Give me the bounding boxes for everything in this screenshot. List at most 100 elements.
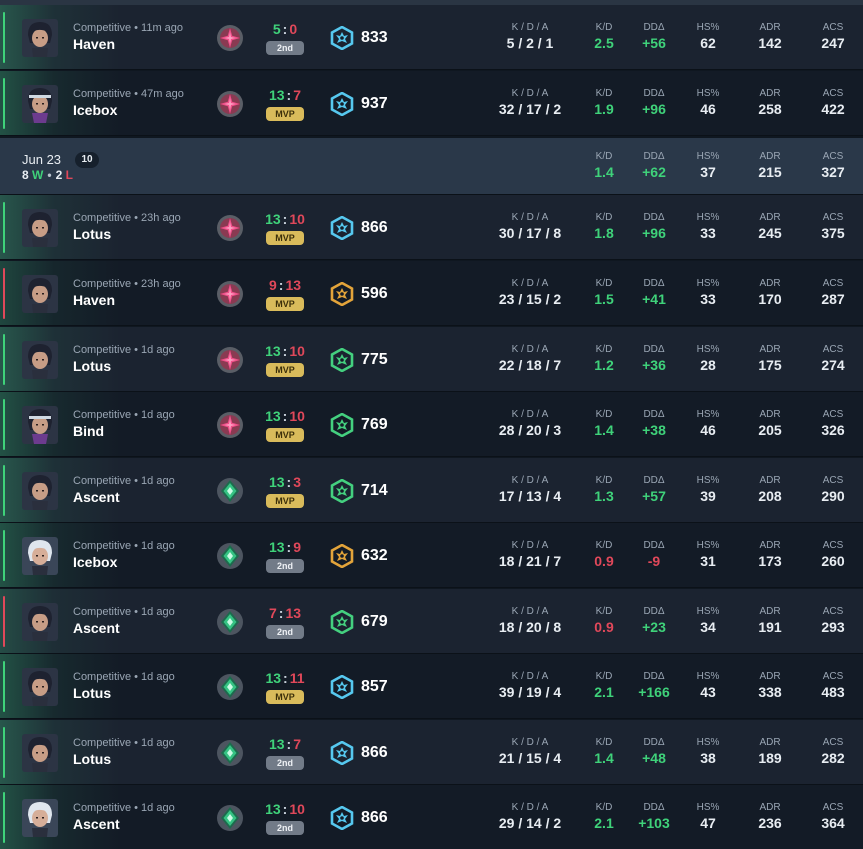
- score-enemy: 13: [285, 605, 302, 621]
- match-row[interactable]: Competitive • 1d ago Bind 13:10 MVP 769 K / D…: [0, 392, 863, 457]
- match-row[interactable]: Competitive • 23h ago Lotus 13:10 MVP 866 K /…: [0, 195, 863, 260]
- match-mode-time: Competitive • 1d ago: [73, 540, 175, 552]
- kd-label: K/D: [595, 540, 613, 551]
- match-row[interactable]: Competitive • 1d ago Lotus 13:11 MVP 857 K / …: [0, 654, 863, 719]
- adr-label: ADR: [759, 88, 781, 99]
- kda-value: 32 / 17 / 2: [498, 101, 562, 117]
- stat-dd: DDΔ +96: [628, 88, 680, 117]
- match-score: 13:3: [262, 474, 308, 490]
- kd-label: K/D: [595, 22, 613, 33]
- adr-value: 338: [758, 684, 782, 700]
- dd-value: +36: [642, 357, 666, 373]
- placement-badge: 2nd: [266, 625, 304, 639]
- dd-label: DDΔ: [643, 88, 665, 99]
- stat-kda: K / D / A 22 / 18 / 7: [488, 344, 572, 373]
- ranked-rating: 866: [361, 744, 388, 761]
- stat-kd: K/D 0.9: [584, 606, 624, 635]
- kda-label: K / D / A: [511, 606, 549, 617]
- acs-label: ACS: [822, 737, 844, 748]
- stat-kd: K/D 2.5: [584, 22, 624, 51]
- hs-value: 39: [700, 488, 716, 504]
- stat-adr: ADR 236: [750, 802, 790, 831]
- acs-value: 260: [821, 553, 845, 569]
- dd-label: DDΔ: [643, 212, 665, 223]
- hs-label: HS%: [696, 409, 720, 420]
- match-row[interactable]: Competitive • 1d ago Lotus 13:7 2nd 866 K / D…: [0, 720, 863, 785]
- score-team: 13: [265, 801, 281, 817]
- match-row[interactable]: Competitive • 47m ago Icebox 13:7 MVP 937 K /…: [0, 71, 863, 136]
- stat-kd: K/D 1.8: [584, 212, 624, 241]
- acs-label: ACS: [822, 606, 844, 617]
- ranked-rating-icon: [330, 347, 354, 373]
- stat-adr: ADR 258: [750, 88, 790, 117]
- match-row[interactable]: Competitive • 1d ago Ascent 7:13 2nd 679 K / …: [0, 589, 863, 654]
- score-enemy: 0: [289, 21, 298, 37]
- kda-value: 5 / 2 / 1: [506, 35, 554, 51]
- ranked-rating: 714: [361, 482, 388, 499]
- placement-badge: MVP: [266, 690, 304, 704]
- stat-kd: K/D 1.9: [584, 88, 624, 117]
- kda-label: K / D / A: [511, 212, 549, 223]
- hs-label: HS%: [696, 802, 720, 813]
- match-row[interactable]: Competitive • 1d ago Lotus 13:10 MVP 775 K / …: [0, 327, 863, 392]
- stat-acs: ACS 274: [813, 344, 853, 373]
- stat-acs: ACS 247: [813, 22, 853, 51]
- day-date: Jun 23: [22, 152, 62, 167]
- kd-label: K/D: [595, 737, 613, 748]
- kd-label: K/D: [595, 671, 613, 682]
- match-score: 13:7: [262, 87, 308, 103]
- score-team: 13: [268, 474, 285, 490]
- match-row[interactable]: Competitive • 23h ago Haven 9:13 MVP 596 K / …: [0, 261, 863, 326]
- kd-value: 2.1: [594, 815, 614, 831]
- kd-value: 1.3: [594, 488, 614, 504]
- score-separator: :: [283, 670, 288, 686]
- ranked-rating-icon: [330, 91, 354, 117]
- match-row[interactable]: Competitive • 1d ago Ascent 13:3 MVP 714 K / …: [0, 458, 863, 523]
- kd-value: 2.5: [594, 35, 614, 51]
- stat-dd: DDΔ +56: [628, 22, 680, 51]
- score-separator: :: [286, 474, 292, 490]
- hs-label: HS%: [696, 22, 720, 33]
- stat-acs: ACS 375: [813, 212, 853, 241]
- kda-value: 17 / 13 / 4: [498, 488, 562, 504]
- placement-badge: MVP: [266, 107, 304, 121]
- match-row[interactable]: Competitive • 11m ago Haven 5:0 2nd 833 K / D…: [0, 5, 863, 70]
- result-indicator: [3, 78, 5, 129]
- dd-value: +96: [642, 225, 666, 241]
- agent-portrait-icon: [22, 341, 58, 379]
- hs-label: HS%: [696, 475, 720, 486]
- match-score: 5:0: [262, 21, 308, 37]
- match-score: 13:10: [262, 801, 308, 817]
- stat-kda: K / D / A 23 / 15 / 2: [488, 278, 572, 307]
- match-row[interactable]: Competitive • 1d ago Icebox 13:9 2nd 632 K / …: [0, 523, 863, 588]
- ranked-rating-icon: [330, 609, 354, 635]
- kda-value: 21 / 15 / 4: [498, 750, 562, 766]
- hs-label: HS%: [696, 88, 720, 99]
- stat-acs: ACS 483: [813, 671, 853, 700]
- stat-kda: K / D / A 29 / 14 / 2: [488, 802, 572, 831]
- acs-label: ACS: [822, 475, 844, 486]
- stat-dd: DDΔ +38: [628, 409, 680, 438]
- stat-kda: K / D / A 32 / 17 / 2: [488, 88, 572, 117]
- match-rank-icon: [216, 542, 244, 570]
- stat-kda: K / D / A 18 / 20 / 8: [488, 606, 572, 635]
- match-row[interactable]: Competitive • 1d ago Ascent 13:10 2nd 866 K /…: [0, 785, 863, 849]
- ranked-rating: 769: [361, 416, 388, 433]
- result-indicator: [3, 465, 5, 516]
- match-mode-time: Competitive • 1d ago: [73, 606, 175, 618]
- kda-value: 18 / 20 / 8: [498, 619, 562, 635]
- stat-acs: ACS 422: [813, 88, 853, 117]
- day-match-count-badge: 10: [75, 152, 99, 168]
- score-enemy: 10: [289, 343, 305, 359]
- placement-badge: MVP: [266, 494, 304, 508]
- score-team: 13: [268, 736, 285, 752]
- ranked-rating: 833: [361, 29, 388, 46]
- match-rank-icon: [216, 739, 244, 767]
- dd-value: +166: [638, 684, 670, 700]
- score-enemy: 11: [289, 670, 305, 686]
- kd-value: 1.5: [594, 291, 614, 307]
- acs-value: 326: [821, 422, 845, 438]
- ranked-rating: 679: [361, 613, 388, 630]
- hs-label: HS%: [696, 671, 720, 682]
- kda-value: 30 / 17 / 8: [498, 225, 562, 241]
